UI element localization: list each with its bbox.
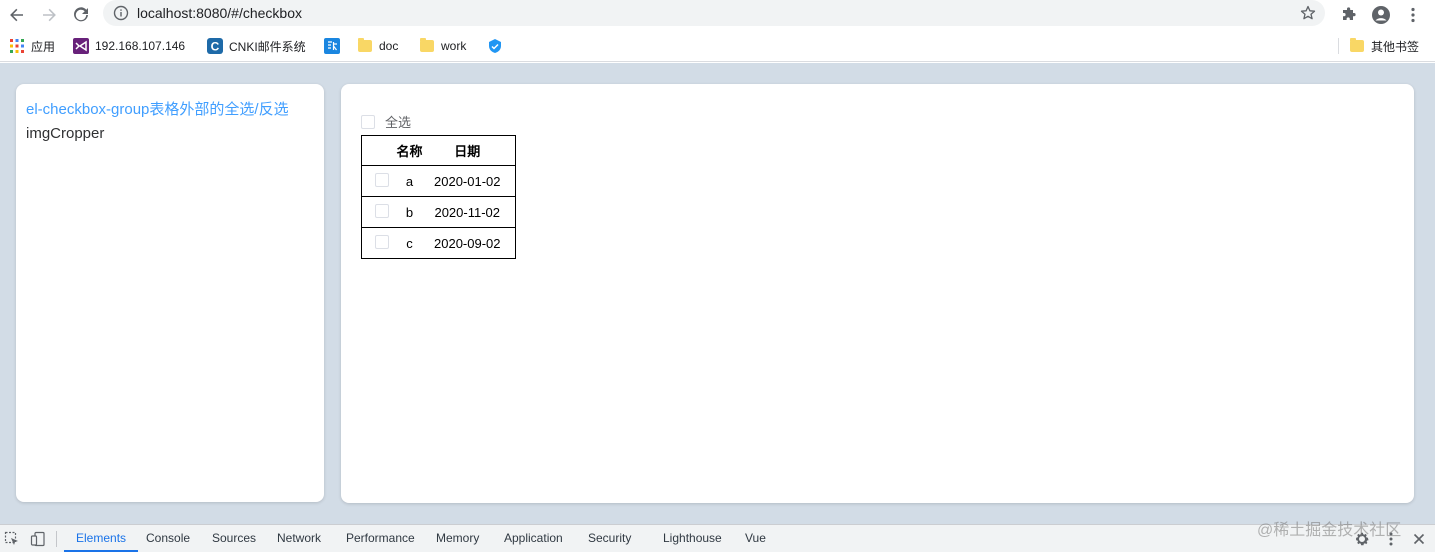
sidebar-link-checkbox-group[interactable]: el-checkbox-group表格外部的全选/反选 bbox=[26, 98, 289, 119]
folder-icon bbox=[357, 38, 373, 54]
row-date: 2020-01-02 bbox=[423, 165, 516, 197]
profile-icon[interactable] bbox=[1368, 2, 1394, 28]
table-header-row: 名称 日期 bbox=[361, 135, 516, 166]
bookmark-label: 192.168.107.146 bbox=[95, 39, 186, 53]
row-date: 2020-11-02 bbox=[423, 196, 516, 228]
bookmark-other-folder[interactable]: 其他书签 bbox=[1349, 37, 1419, 55]
bookmark-label: 其他书签 bbox=[1371, 39, 1420, 54]
devtools-tab-lighthouse[interactable]: Lighthouse bbox=[663, 525, 722, 552]
bookmark-translate[interactable] bbox=[324, 37, 340, 55]
devtools-tab-console[interactable]: Console bbox=[146, 525, 190, 552]
row-checkbox[interactable] bbox=[374, 172, 389, 187]
row-checkbox-cell bbox=[362, 228, 396, 259]
svg-text:C: C bbox=[211, 40, 220, 54]
forward-arrow-icon[interactable] bbox=[36, 2, 62, 28]
table-row: b 2020-11-02 bbox=[361, 196, 516, 228]
browser-toolbar: localhost:8080/#/checkbox bbox=[0, 0, 1435, 30]
row-name: b bbox=[395, 196, 424, 228]
extensions-icon[interactable] bbox=[1336, 2, 1362, 28]
select-all-checkbox[interactable]: 全选 bbox=[361, 112, 411, 131]
devtools-tab-performance[interactable]: Performance bbox=[346, 525, 415, 552]
devtools-separator bbox=[56, 531, 57, 547]
bookmark-folder-doc[interactable]: doc bbox=[357, 37, 398, 55]
devtools-tab-application[interactable]: Application bbox=[504, 525, 563, 552]
data-table: 名称 日期 a 2020-01-02 b 2020-11-02 c 2020-0… bbox=[361, 135, 516, 259]
sidebar-card: el-checkbox-group表格外部的全选/反选 imgCropper bbox=[16, 84, 324, 502]
address-bar[interactable]: localhost:8080/#/checkbox bbox=[103, 0, 1325, 26]
devtools-tab-elements[interactable]: Elements bbox=[63, 525, 139, 552]
devtools-tab-network[interactable]: Network bbox=[277, 525, 321, 552]
star-icon[interactable] bbox=[1299, 4, 1317, 22]
devtools-tab-vue[interactable]: Vue bbox=[745, 525, 766, 552]
row-checkbox[interactable] bbox=[374, 234, 389, 249]
inspect-element-icon[interactable] bbox=[3, 530, 21, 548]
row-date: 2020-09-02 bbox=[434, 235, 501, 251]
bookmark-label: 应用 bbox=[31, 39, 56, 54]
devtools-tab-memory[interactable]: Memory bbox=[436, 525, 479, 552]
sidebar-link-img-cropper[interactable]: imgCropper bbox=[26, 125, 104, 142]
cnki-icon: C bbox=[207, 38, 223, 54]
device-toolbar-icon[interactable] bbox=[29, 530, 47, 548]
bookmark-ip[interactable]: 192.168.107.146 bbox=[73, 37, 185, 55]
visual-studio-icon bbox=[73, 38, 89, 54]
watermark: @稀土掘金技术社区 bbox=[1257, 522, 1402, 539]
reload-icon[interactable] bbox=[68, 2, 94, 28]
devtools-tab-sources[interactable]: Sources bbox=[212, 525, 256, 552]
menu-dots-icon[interactable] bbox=[1400, 2, 1426, 28]
row-checkbox[interactable] bbox=[374, 203, 389, 218]
bookmark-folder-work[interactable]: work bbox=[419, 37, 466, 55]
translate-icon bbox=[324, 38, 340, 54]
main-card: 全选 名称 日期 a 2020-01-02 b 2020-11-02 c 202… bbox=[341, 84, 1414, 503]
bookmarks-divider bbox=[1338, 38, 1339, 54]
url-text[interactable]: localhost:8080/#/checkbox bbox=[137, 5, 302, 21]
bookmark-label: work bbox=[441, 39, 467, 53]
checkbox-box[interactable] bbox=[361, 114, 375, 129]
bookmark-label: CNKI邮件系统 bbox=[229, 39, 306, 54]
apps-grid-icon bbox=[9, 38, 25, 54]
table-row: c 2020-09-02 bbox=[362, 228, 516, 259]
folder-icon bbox=[419, 38, 435, 54]
row-name: a bbox=[395, 165, 424, 197]
info-icon[interactable] bbox=[112, 4, 130, 22]
row-checkbox-cell bbox=[361, 196, 396, 228]
header-date: 日期 bbox=[423, 135, 516, 166]
devtools-tab-security[interactable]: Security bbox=[588, 525, 631, 552]
select-all-label: 全选 bbox=[385, 115, 412, 130]
folder-icon bbox=[1349, 38, 1365, 54]
page-content: el-checkbox-group表格外部的全选/反选 imgCropper 全… bbox=[0, 63, 1435, 524]
header-checkbox-cell bbox=[361, 135, 396, 166]
shield-icon bbox=[487, 38, 503, 54]
header-name: 名称 bbox=[395, 135, 424, 166]
bookmark-cnki[interactable]: C CNKI邮件系统 bbox=[207, 37, 306, 55]
bookmark-apps[interactable]: 应用 bbox=[9, 37, 55, 55]
row-checkbox-cell bbox=[361, 165, 396, 197]
bookmarks-bar: 应用 192.168.107.146 C CNKI邮件系统 doc work 其… bbox=[0, 30, 1435, 62]
back-arrow-icon[interactable] bbox=[4, 2, 30, 28]
devtools-bar: Elements Console Sources Network Perform… bbox=[0, 524, 1435, 552]
table-row: a 2020-01-02 bbox=[361, 165, 516, 197]
close-icon[interactable] bbox=[1410, 530, 1428, 548]
bookmark-shield[interactable] bbox=[487, 37, 503, 55]
row-name: c bbox=[406, 235, 413, 251]
bookmark-label: doc bbox=[379, 39, 399, 53]
